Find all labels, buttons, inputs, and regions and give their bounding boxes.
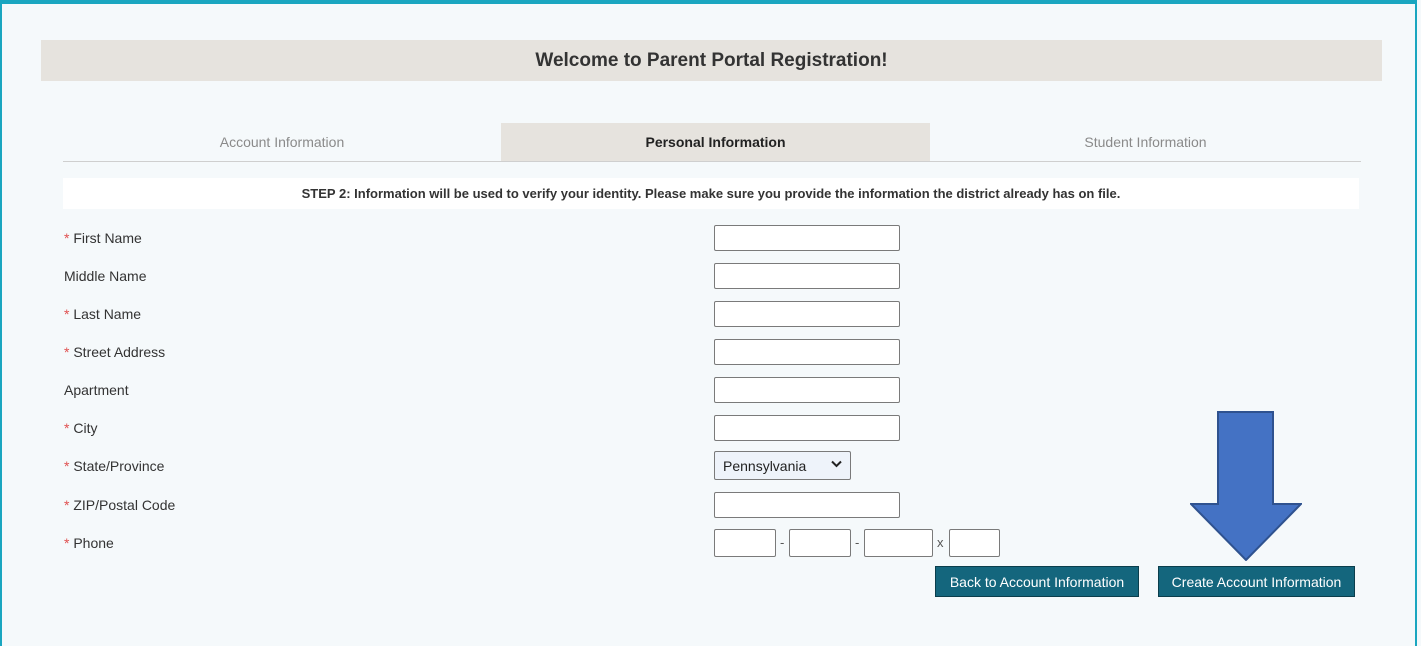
required-marker: * [64,497,70,513]
create-account-button[interactable]: Create Account Information [1158,566,1355,597]
phone-separator: - [780,535,785,550]
phone-separator: - [855,535,860,550]
step-instructions-text: STEP 2: Information will be used to veri… [301,186,1121,201]
tab-label: Account Information [219,134,345,150]
phone-area-code-input[interactable] [714,529,776,557]
arrow-down-icon [1190,411,1302,561]
apartment-label: Apartment [64,382,129,398]
phone-line-input[interactable] [864,529,933,557]
state-select[interactable]: Pennsylvania [714,451,851,480]
required-marker: * [64,344,70,360]
city-input[interactable] [714,415,900,441]
required-marker: * [64,458,70,474]
step-instructions: STEP 2: Information will be used to veri… [63,178,1359,209]
phone-ext-separator: x [937,535,944,550]
form-row-last-name: * Last Name [64,301,914,327]
form-row-state: * State/Province Pennsylvania [64,451,914,480]
apartment-input[interactable] [714,377,900,403]
street-address-label: * Street Address [64,344,166,360]
phone-prefix-input[interactable] [789,529,851,557]
tab-label: Personal Information [645,134,786,150]
middle-name-input[interactable] [714,263,900,289]
form-row-street-address: * Street Address [64,339,914,365]
form-row-city: * City [64,415,914,441]
page-frame: Welcome to Parent Portal Registration! A… [0,0,1417,646]
state-label: * State/Province [64,458,165,474]
chevron-down-icon [831,457,842,471]
zip-label: * ZIP/Postal Code [64,497,176,513]
first-name-label: * First Name [64,230,142,246]
tab-student-information[interactable]: Student Information [930,123,1361,161]
create-button-label: Create Account Information [1171,573,1342,590]
page-title: Welcome to Parent Portal Registration! [41,40,1382,81]
zip-input[interactable] [714,492,900,518]
required-marker: * [64,420,70,436]
phone-label: * Phone [64,535,114,551]
page-title-text: Welcome to Parent Portal Registration! [535,49,888,71]
last-name-input[interactable] [714,301,900,327]
required-marker: * [64,535,70,551]
wizard-tabs: Account Information Personal Information… [63,123,1361,162]
phone-extension-input[interactable] [949,529,1000,557]
street-address-input[interactable] [714,339,900,365]
form-row-middle-name: Middle Name [64,263,914,289]
middle-name-label: Middle Name [64,268,147,284]
back-button-label: Back to Account Information [949,573,1125,590]
last-name-label: * Last Name [64,306,142,322]
required-marker: * [64,230,70,246]
first-name-input[interactable] [714,225,900,251]
form-row-phone: * Phone - - x [64,529,1014,557]
city-label: * City [64,420,98,436]
tab-personal-information[interactable]: Personal Information [501,123,930,161]
form-row-first-name: * First Name [64,225,914,251]
form-row-zip: * ZIP/Postal Code [64,492,914,518]
state-selected-value: Pennsylvania [723,457,807,474]
form-row-apartment: Apartment [64,377,914,403]
back-to-account-button[interactable]: Back to Account Information [935,566,1139,597]
tab-label: Student Information [1084,134,1207,150]
tab-account-information[interactable]: Account Information [63,123,501,161]
required-marker: * [64,306,70,322]
